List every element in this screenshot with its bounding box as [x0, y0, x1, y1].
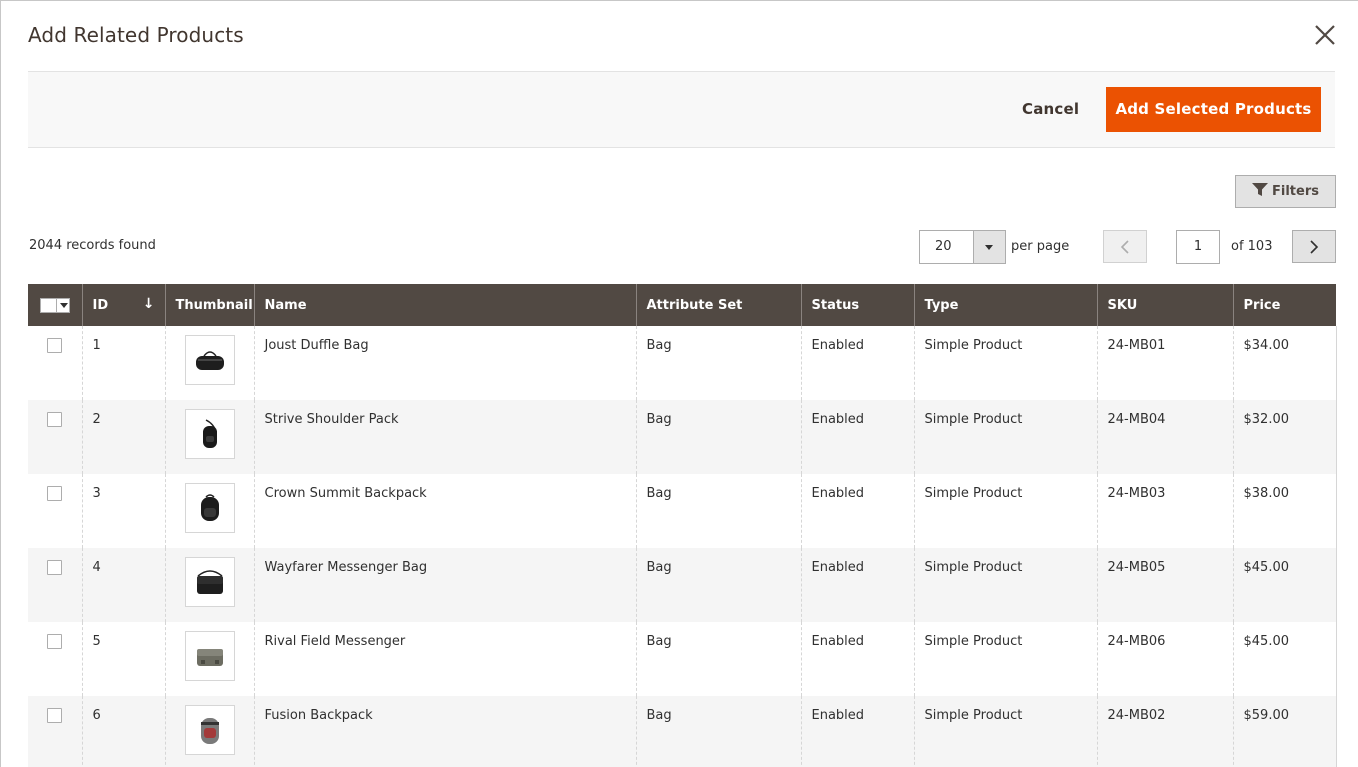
cell-id: 2 — [81, 400, 165, 474]
backpack-image — [184, 483, 235, 533]
cell-status: Enabled — [800, 548, 914, 622]
products-grid: ID ↓ Thumbnail Name Attribute Set Status … — [28, 284, 1337, 767]
cell-id: 6 — [81, 696, 165, 767]
modal-title: Add Related Products — [28, 23, 244, 47]
cell-status: Enabled — [800, 696, 914, 767]
cell-attribute-set: Bag — [635, 400, 801, 474]
page-total: of 103 — [1231, 239, 1273, 254]
row-checkbox[interactable] — [47, 412, 62, 427]
cell-name: Wayfarer Messenger Bag — [253, 548, 636, 622]
cell-type: Simple Product — [913, 622, 1097, 696]
grid-header-row: ID ↓ Thumbnail Name Attribute Set Status … — [28, 284, 1336, 326]
duffle-bag-image — [184, 335, 235, 385]
cell-attribute-set: Bag — [635, 696, 801, 767]
modal-action-bar: Cancel Add Selected Products — [28, 71, 1335, 148]
chevron-left-icon — [1120, 240, 1129, 254]
cell-price: $45.00 — [1232, 622, 1337, 696]
table-row[interactable]: 5 Rival Field Messenger Bag Enabled Simp… — [28, 622, 1337, 696]
cell-sku: 24-MB01 — [1096, 326, 1233, 400]
shoulder-pack-image — [184, 409, 235, 459]
column-header-sku[interactable]: SKU — [1096, 284, 1233, 326]
next-page-button[interactable] — [1292, 230, 1336, 263]
cell-status: Enabled — [800, 622, 914, 696]
cell-attribute-set: Bag — [635, 622, 801, 696]
cell-price: $32.00 — [1232, 400, 1337, 474]
table-row[interactable]: 6 Fusion Backpack Bag Enabled Simple Pro… — [28, 696, 1337, 767]
cell-name: Joust Duffle Bag — [253, 326, 636, 400]
column-header-status[interactable]: Status — [800, 284, 914, 326]
column-header-price[interactable]: Price — [1232, 284, 1336, 326]
table-row[interactable]: 3 Crown Summit Backpack Bag Enabled Simp… — [28, 474, 1337, 548]
previous-page-button[interactable] — [1103, 230, 1147, 263]
close-icon[interactable] — [1310, 20, 1340, 50]
column-header-attribute-set[interactable]: Attribute Set — [635, 284, 801, 326]
cell-type: Simple Product — [913, 548, 1097, 622]
row-checkbox[interactable] — [47, 634, 62, 649]
fusion-backpack-image — [184, 705, 235, 755]
cell-status: Enabled — [800, 400, 914, 474]
cell-type: Simple Product — [913, 696, 1097, 767]
mass-select-header[interactable] — [28, 284, 82, 326]
column-header-thumbnail: Thumbnail — [164, 284, 254, 326]
cell-id: 4 — [81, 548, 165, 622]
cell-sku: 24-MB06 — [1096, 622, 1233, 696]
cell-price: $59.00 — [1232, 696, 1337, 767]
column-header-name[interactable]: Name — [253, 284, 636, 326]
chevron-right-icon — [1310, 240, 1319, 254]
cancel-button[interactable]: Cancel — [1022, 100, 1079, 118]
current-page-input[interactable]: 1 — [1176, 230, 1220, 264]
cell-name: Crown Summit Backpack — [253, 474, 636, 548]
chevron-down-icon — [985, 245, 993, 250]
cell-status: Enabled — [800, 474, 914, 548]
table-row[interactable]: 1 Joust Duffle Bag Bag Enabled Simple Pr… — [28, 326, 1337, 400]
column-header-type[interactable]: Type — [913, 284, 1097, 326]
cell-type: Simple Product — [913, 326, 1097, 400]
field-messenger-image — [184, 631, 235, 681]
cell-id: 5 — [81, 622, 165, 696]
row-checkbox[interactable] — [47, 708, 62, 723]
cell-sku: 24-MB03 — [1096, 474, 1233, 548]
cell-attribute-set: Bag — [635, 474, 801, 548]
messenger-bag-image — [184, 557, 235, 607]
table-row[interactable]: 4 Wayfarer Messenger Bag Bag Enabled Sim… — [28, 548, 1337, 622]
cell-sku: 24-MB02 — [1096, 696, 1233, 767]
sort-arrow-down-icon: ↓ — [142, 296, 155, 312]
per-page-select[interactable]: 20 — [919, 230, 1006, 264]
cell-price: $38.00 — [1232, 474, 1337, 548]
records-found: 2044 records found — [29, 238, 156, 253]
cell-attribute-set: Bag — [635, 326, 801, 400]
add-selected-products-button[interactable]: Add Selected Products — [1106, 87, 1321, 132]
row-checkbox[interactable] — [47, 486, 62, 501]
cell-sku: 24-MB04 — [1096, 400, 1233, 474]
cell-type: Simple Product — [913, 400, 1097, 474]
cell-name: Fusion Backpack — [253, 696, 636, 767]
filters-label: Filters — [1272, 184, 1319, 199]
filters-button[interactable]: Filters — [1235, 175, 1336, 208]
per-page-label: per page — [1011, 239, 1070, 254]
row-checkbox[interactable] — [47, 338, 62, 353]
per-page-value: 20 — [935, 239, 952, 254]
cell-id: 3 — [81, 474, 165, 548]
cell-price: $45.00 — [1232, 548, 1337, 622]
cell-id: 1 — [81, 326, 165, 400]
cell-name: Strive Shoulder Pack — [253, 400, 636, 474]
cell-status: Enabled — [800, 326, 914, 400]
column-header-id[interactable]: ID ↓ — [81, 284, 165, 326]
funnel-icon — [1252, 183, 1268, 196]
per-page-dropdown-toggle[interactable] — [973, 231, 1005, 263]
mass-select-dropdown[interactable] — [40, 297, 70, 313]
table-row[interactable]: 2 Strive Shoulder Pack Bag Enabled Simpl… — [28, 400, 1337, 474]
cell-price: $34.00 — [1232, 326, 1337, 400]
chevron-down-icon — [56, 298, 69, 312]
add-related-products-modal: Add Related Products Cancel Add Selected… — [0, 0, 1358, 767]
cell-name: Rival Field Messenger — [253, 622, 636, 696]
cell-sku: 24-MB05 — [1096, 548, 1233, 622]
row-checkbox[interactable] — [47, 560, 62, 575]
cell-attribute-set: Bag — [635, 548, 801, 622]
cell-type: Simple Product — [913, 474, 1097, 548]
